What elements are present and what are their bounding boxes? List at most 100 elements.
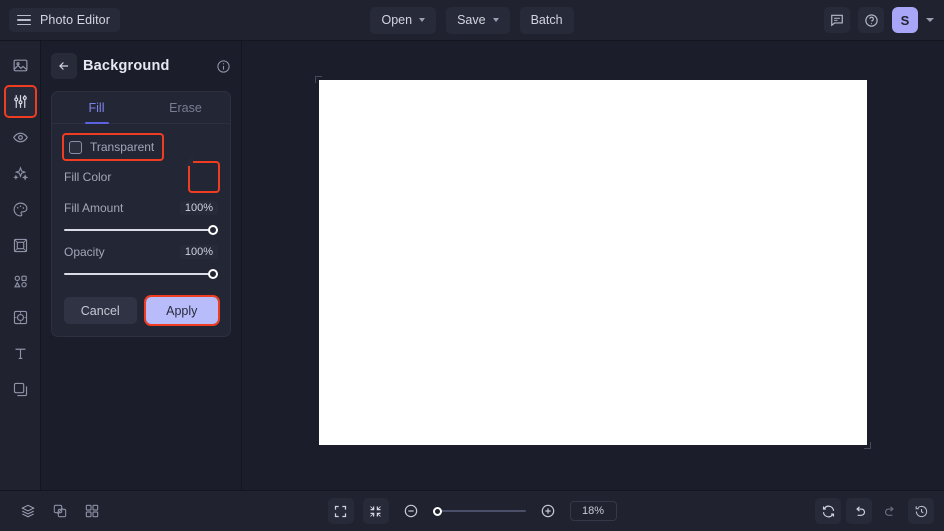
compare-button[interactable]: [47, 498, 73, 524]
fill-color-row: Fill Color: [64, 161, 218, 193]
layers-icon: [13, 382, 27, 397]
opacity-value[interactable]: 100%: [179, 245, 218, 259]
background-panel: Background Fill Erase Transparent Fill C…: [41, 41, 241, 490]
opacity-knob[interactable]: [208, 269, 218, 279]
sidebar-item-frame[interactable]: [6, 231, 35, 260]
help-circle-icon: [864, 13, 878, 27]
grid-four-icon: [85, 504, 99, 518]
tab-erase[interactable]: Erase: [141, 92, 230, 123]
main-body: Background Fill Erase Transparent Fill C…: [0, 41, 944, 490]
top-toolbar-right: S: [824, 7, 934, 33]
sparkles-icon: [12, 166, 28, 181]
transparent-option[interactable]: Transparent: [64, 135, 162, 159]
apply-button-highlight: Apply: [145, 297, 218, 324]
zoom-level[interactable]: 18%: [569, 501, 617, 521]
panel-info-button[interactable]: [216, 59, 231, 74]
minus-circle-icon: [404, 504, 417, 518]
transparent-checkbox[interactable]: [69, 140, 82, 154]
shrink-button[interactable]: [362, 498, 389, 524]
batch-button-label: Batch: [530, 13, 563, 27]
redo-button[interactable]: [877, 498, 903, 524]
expand-corners-icon: [334, 505, 347, 517]
reset-button[interactable]: [815, 498, 841, 524]
opacity-track: [64, 273, 218, 275]
plus-circle-icon: [541, 504, 554, 518]
tab-fill[interactable]: Fill: [52, 92, 141, 123]
help-button[interactable]: [858, 7, 884, 33]
undo-button[interactable]: [846, 498, 872, 524]
fill-amount-value[interactable]: 100%: [179, 201, 218, 215]
top-toolbar-center: Open Save Batch: [0, 6, 944, 34]
canvas-area[interactable]: [241, 41, 944, 490]
panel-tabs: Fill Erase: [52, 92, 230, 124]
batch-button[interactable]: Batch: [519, 6, 574, 34]
save-button-label: Save: [457, 13, 486, 27]
save-button[interactable]: Save: [446, 6, 510, 34]
refresh-icon: [822, 505, 834, 517]
fill-color-label: Fill Color: [64, 170, 112, 184]
hamburger-icon: [17, 14, 31, 26]
image-canvas[interactable]: [315, 76, 871, 449]
collapse-arrows-icon: [370, 505, 381, 517]
canvas-handle-bottom-right[interactable]: [864, 442, 871, 449]
fill-settings-card: Fill Erase Transparent Fill Color Fill A…: [51, 91, 231, 337]
avatar[interactable]: S: [892, 7, 918, 33]
fill-amount-header: Fill Amount 100%: [64, 201, 218, 215]
panel-actions: Cancel Apply: [64, 297, 218, 324]
layers-panel-button[interactable]: [15, 498, 41, 524]
eye-icon: [12, 132, 28, 143]
tool-rail: [0, 41, 41, 490]
history-clock-icon: [915, 505, 927, 517]
opacity-slider[interactable]: [64, 267, 218, 281]
feedback-button[interactable]: [824, 7, 850, 33]
fit-screen-button[interactable]: [327, 498, 354, 524]
info-circle-icon: [217, 59, 230, 73]
fill-amount-knob[interactable]: [208, 225, 218, 235]
bottom-toolbar: 18%: [0, 490, 944, 531]
open-button-label: Open: [381, 13, 413, 27]
focus-icon: [13, 310, 27, 325]
compare-squares-icon: [53, 504, 67, 518]
layers-stack-icon: [21, 504, 35, 518]
zoom-slider[interactable]: [432, 504, 526, 518]
chevron-down-icon: [419, 18, 426, 22]
apply-button[interactable]: Apply: [145, 297, 218, 324]
frame-icon: [13, 238, 27, 253]
undo-arrow-icon: [855, 505, 865, 516]
transparent-label: Transparent: [90, 140, 155, 154]
zoom-out-button[interactable]: [398, 498, 424, 524]
app-menu-button[interactable]: Photo Editor: [9, 8, 120, 32]
sidebar-item-retouch[interactable]: [6, 123, 35, 152]
back-button[interactable]: [51, 53, 77, 79]
opacity-header: Opacity 100%: [64, 245, 218, 259]
text-icon: [15, 348, 25, 360]
zoom-in-button[interactable]: [535, 498, 561, 524]
cancel-button[interactable]: Cancel: [64, 297, 137, 324]
sidebar-item-shapes[interactable]: [6, 267, 35, 296]
open-button[interactable]: Open: [370, 6, 437, 34]
sidebar-item-text[interactable]: [6, 339, 35, 368]
top-toolbar: Photo Editor Open Save Batch S: [0, 0, 944, 41]
sidebar-item-adjustments[interactable]: [5, 87, 35, 116]
opacity-label: Opacity: [64, 245, 105, 259]
history-button[interactable]: [908, 498, 934, 524]
account-chevron-down-icon[interactable]: [926, 18, 934, 22]
fill-color-swatch-button[interactable]: [190, 163, 218, 191]
sidebar-item-focus[interactable]: [6, 303, 35, 332]
grid-button[interactable]: [79, 498, 105, 524]
fill-amount-track: [64, 229, 218, 231]
image-icon: [13, 59, 27, 72]
opacity-control: Opacity 100%: [64, 245, 218, 281]
page-title: Background: [83, 58, 170, 74]
bottom-toolbar-right: [815, 498, 934, 524]
panel-header: Background: [51, 51, 231, 81]
sidebar-item-color[interactable]: [6, 195, 35, 224]
sidebar-item-image[interactable]: [6, 51, 35, 80]
fill-amount-label: Fill Amount: [64, 201, 124, 215]
sidebar-item-effects[interactable]: [6, 159, 35, 188]
fill-amount-slider[interactable]: [64, 223, 218, 237]
zoom-slider-knob[interactable]: [432, 506, 442, 516]
redo-arrow-icon: [884, 505, 894, 516]
sidebar-item-layers[interactable]: [6, 375, 35, 404]
canvas-handle-top-left[interactable]: [315, 76, 322, 83]
